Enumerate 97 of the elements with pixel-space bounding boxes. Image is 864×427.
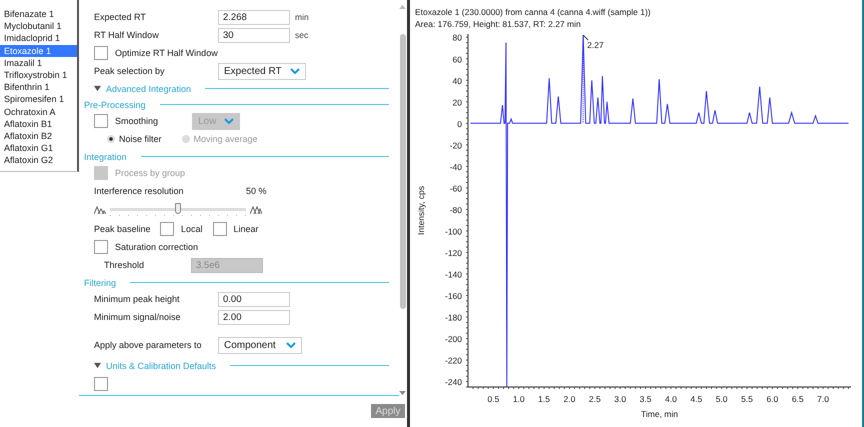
component-item[interactable]: Imazalil 1 <box>0 56 77 69</box>
checkbox[interactable] <box>94 240 108 254</box>
checkbox-label: Smoothing <box>115 116 160 126</box>
x-axis-title: Time, min <box>641 409 678 419</box>
radio-button[interactable] <box>182 135 190 143</box>
input-field[interactable]: 2.268 <box>218 10 290 24</box>
component-item[interactable]: Bifenthrin 1 <box>0 81 77 94</box>
checkbox[interactable] <box>94 46 108 60</box>
checkbox-label: Local <box>181 224 203 234</box>
y-tick-label: -220 <box>444 356 462 366</box>
y-tick-label: -180 <box>444 312 462 323</box>
section-heading: Pre-Processing <box>84 100 146 110</box>
component-item[interactable]: Aflatoxin G1 <box>0 142 77 154</box>
x-tick-label: 5.5 <box>741 394 753 404</box>
y-tick-label: -140 <box>444 270 462 280</box>
y-tick-label: -60 <box>450 183 462 194</box>
slider-label: Interference resolution <box>94 186 185 196</box>
y-tick-label: -120 <box>444 248 462 258</box>
component-item[interactable]: Imidacloprid 1 <box>0 32 77 45</box>
y-tick-label: 80 <box>452 32 462 43</box>
component-item[interactable]: Ochratoxin A <box>0 106 77 118</box>
scrollbar[interactable] <box>398 4 407 396</box>
checkbox-label: Linear <box>234 224 259 234</box>
radio-label: Moving average <box>194 134 258 144</box>
checkbox[interactable] <box>160 222 174 236</box>
x-tick-label: 6.5 <box>792 394 804 404</box>
x-tick-label: 0.5 <box>487 394 500 404</box>
field-label: Minimum signal/noise <box>94 312 182 322</box>
field-label: Apply above parameters to <box>94 340 203 350</box>
y-tick-label: -20 <box>450 140 462 150</box>
scroll-down-icon[interactable] <box>399 391 406 396</box>
component-item[interactable]: Myclobutanil 1 <box>0 20 77 32</box>
checkbox[interactable] <box>94 377 108 391</box>
y-tick-label: -100 <box>444 226 462 236</box>
y-tick-label: -240 <box>444 377 462 388</box>
x-tick-label: 3.0 <box>614 394 626 404</box>
unit-label: sec <box>295 30 308 40</box>
field-label: Peak selection by <box>94 66 166 76</box>
field-label: Peak baseline <box>94 224 152 234</box>
dropdown[interactable]: Expected RT <box>218 62 306 80</box>
checkbox-label: Process by group <box>115 168 186 178</box>
peaks-icon <box>250 206 262 214</box>
scroll-up-icon[interactable] <box>399 4 406 9</box>
component-item[interactable]: Aflatoxin G2 <box>0 154 77 166</box>
y-axis-title: Intensity, cps <box>416 186 426 235</box>
caret-icon <box>286 342 296 348</box>
component-item[interactable]: Trifloxystrobin 1 <box>0 68 77 82</box>
collapse-triangle-icon[interactable] <box>94 362 101 369</box>
radio-label: Noise filter <box>119 134 162 144</box>
y-tick-label: 60 <box>452 54 462 64</box>
section-heading: Filtering <box>84 278 116 288</box>
chart-title: Etoxazole 1 (230.0000) from canna 4 (canna 4.wiff (sample 1)) <box>414 6 652 18</box>
x-tick-label: 1.5 <box>538 394 550 404</box>
caret-icon <box>290 68 300 74</box>
y-tick-label: -40 <box>450 162 462 172</box>
chart-subtitle: Area: 176.759, Height: 81.537, RT: 2.27 min <box>414 18 582 30</box>
field-label: RT Half Window <box>94 30 160 40</box>
field-label: Expected RT <box>94 12 147 22</box>
x-tick-label: 1.0 <box>512 394 525 404</box>
unit-label: min <box>295 12 309 22</box>
collapse-triangle-icon[interactable] <box>94 85 101 92</box>
x-tick-label: 4.0 <box>665 394 677 404</box>
peaks-icon <box>94 206 106 214</box>
checkbox-label: Saturation correction <box>115 242 198 252</box>
x-tick-label: 6.0 <box>766 394 778 404</box>
component-item[interactable]: Aflatoxin B1 <box>0 118 77 130</box>
slider-reading: 50 % <box>246 186 267 196</box>
x-tick-label: 7.0 <box>817 394 830 404</box>
y-tick-label: -80 <box>450 204 462 215</box>
y-tick-label: 0 <box>457 118 462 129</box>
x-tick-label: 2.5 <box>588 394 601 404</box>
x-tick-label: 3.5 <box>640 394 652 404</box>
dropdown[interactable]: Component <box>218 336 302 354</box>
input-field[interactable]: 0.00 <box>218 292 290 306</box>
caret-icon <box>224 118 234 124</box>
component-item[interactable]: Etoxazole 1 <box>0 44 77 57</box>
field-label: Threshold <box>103 260 146 270</box>
field-label: Minimum peak height <box>94 294 181 304</box>
input-field[interactable]: 2.00 <box>218 310 290 324</box>
component-item[interactable]: Aflatoxin B2 <box>0 130 77 142</box>
slider-thumb[interactable] <box>175 203 181 214</box>
checkbox-label: Optimize RT Half Window <box>115 48 218 58</box>
y-tick-label: 40 <box>452 76 462 86</box>
input-field[interactable]: 30 <box>218 28 290 42</box>
y-tick-label: 20 <box>452 97 462 108</box>
x-tick-label: 2.0 <box>564 394 576 404</box>
peak-label: 2.27 <box>587 40 604 50</box>
y-tick-label: -200 <box>444 334 462 344</box>
x-tick-label: 4.5 <box>690 394 702 404</box>
component-item[interactable]: Spiromesifen 1 <box>0 93 77 106</box>
checkbox[interactable] <box>212 222 227 236</box>
x-tick-label: 5.0 <box>716 394 728 404</box>
radio-button[interactable] <box>107 135 115 143</box>
y-tick-label: -160 <box>444 291 462 302</box>
component-item[interactable]: Bifenazate 1 <box>0 8 77 20</box>
section-heading: Integration <box>84 152 127 162</box>
leader-line <box>582 34 589 41</box>
